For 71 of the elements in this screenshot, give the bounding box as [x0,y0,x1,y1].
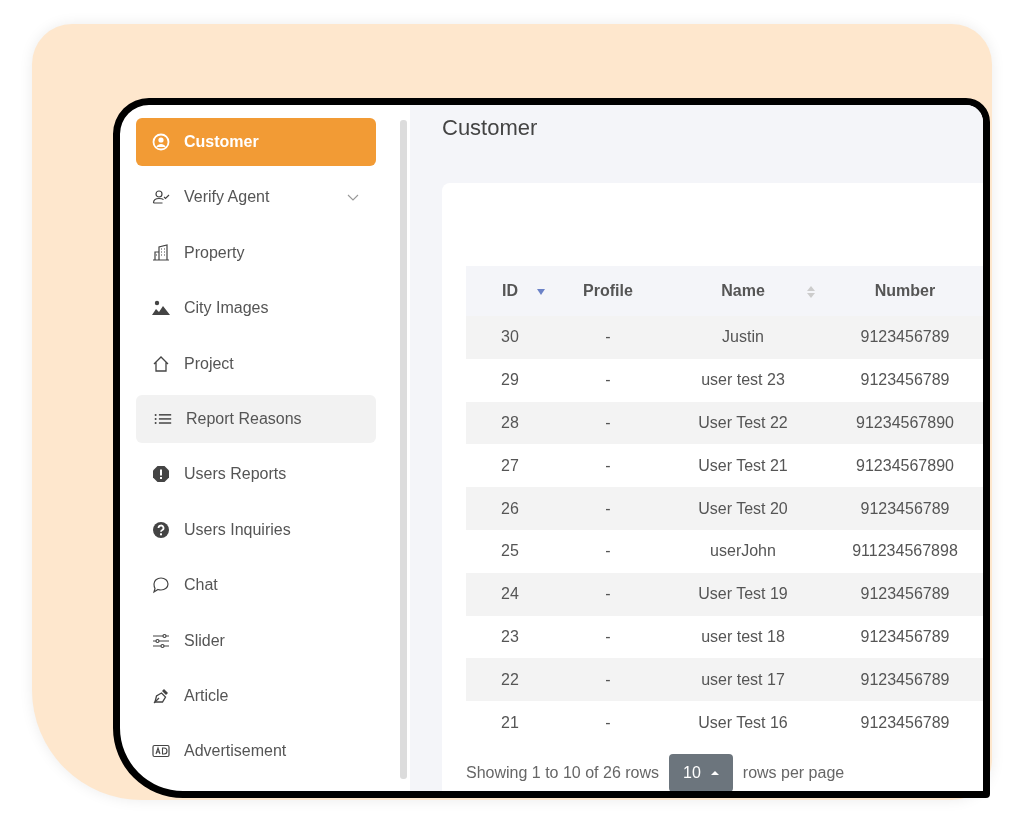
table-cell: 9123456789 [824,316,983,359]
pagination-label: rows per page [742,763,845,782]
scrollbar[interactable] [400,120,407,779]
table-cell: - [554,615,662,659]
sidebar-item[interactable]: Report Reasons [136,394,376,443]
table-cell: userJohn [662,530,824,573]
page-title: Customer [442,114,539,142]
table-cell: - [554,444,662,488]
table-cell: - [554,487,662,530]
table-cell: - [554,572,662,616]
column-header[interactable]: Number [824,266,983,316]
user-circle-icon [152,133,170,151]
table-cell: 9123456789 [824,358,983,402]
sidebar-item[interactable]: City Images [136,284,376,333]
sidebar-item[interactable]: Users Inquiries [136,505,376,554]
column-header[interactable]: ID [466,266,554,316]
pagination-summary: Showing 1 to 10 of 26 rows [466,763,659,782]
sidebar-item[interactable]: Chat [136,561,376,610]
sidebar-item[interactable]: Project [136,339,376,388]
table-cell: 22 [466,658,554,702]
table-cell: 23 [466,615,554,659]
table-cell: User Test 20 [662,487,824,530]
table-cell: 30 [466,316,554,359]
table-cell: - [554,401,662,445]
table-cell: 21 [466,701,554,744]
sliders-icon [152,631,170,650]
table-cell: 29 [466,358,554,402]
table-cell: - [554,358,662,402]
table-cell: 9123456789 [824,658,983,702]
image-icon [152,299,170,318]
table-cell: User Test 16 [662,701,824,744]
table-cell: 91234567890 [824,444,983,488]
chat-bubble-icon [152,576,170,595]
table-cell: User Test 22 [662,401,824,445]
table-cell: 24 [466,572,554,616]
table-cell: 911234567898 [824,530,983,573]
table-cell: 9123456789 [824,615,983,659]
table-cell: - [554,530,662,573]
table-cell: - [554,658,662,702]
table-cell: User Test 19 [662,572,824,616]
pen-icon [152,686,170,705]
table-cell: User Test 21 [662,444,824,488]
building-icon [152,243,170,262]
sidebar-item[interactable]: Verify Agent [136,173,376,222]
page-size-button[interactable]: 10 [669,753,733,791]
caret-icon [710,770,719,775]
user-check-icon [152,188,170,207]
sidebar-item[interactable]: Slider [136,616,376,665]
table-cell: 9123456789 [824,701,983,744]
table-cell: Justin [662,316,824,359]
table-cell: 27 [466,444,554,488]
house-icon [152,354,170,373]
sidebar-item[interactable]: Property [136,228,376,277]
table-cell: 26 [466,487,554,530]
sidebar-item[interactable]: Users Reports [136,450,376,499]
table-cell: 28 [466,401,554,445]
column-header[interactable]: Name [662,266,824,316]
alert-octagon-icon [152,465,170,484]
sidebar-item[interactable]: Article [136,671,376,720]
table-cell: 91234567890 [824,401,983,445]
table-cell: user test 17 [662,658,824,702]
table-cell: 9123456789 [824,487,983,530]
sidebar-item[interactable]: Advertisement [136,727,376,776]
table-cell: - [554,701,662,744]
column-header[interactable]: Profile [554,266,662,316]
table-cell: user test 18 [662,615,824,659]
table-cell: user test 23 [662,358,824,402]
table-cell: - [554,316,662,359]
table-cell: 9123456789 [824,572,983,616]
table-cell: 25 [466,530,554,573]
question-circle-icon [152,520,170,539]
